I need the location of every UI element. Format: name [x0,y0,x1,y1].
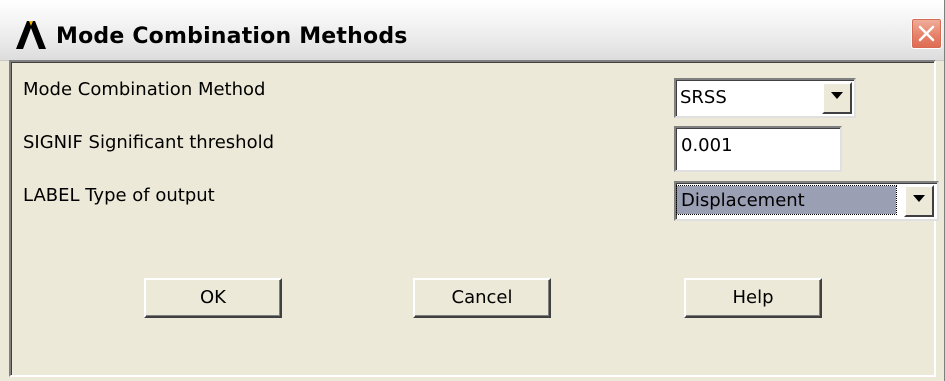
significant-threshold-label: SIGNIF Significant threshold [23,132,275,153]
mode-combination-method-dropdown-button[interactable] [822,82,852,114]
significant-threshold-value: 0.001 [681,135,733,156]
mode-combination-method-value: SRSS [680,87,727,108]
ok-button[interactable]: OK [144,278,282,318]
significant-threshold-input[interactable]: 0.001 [674,126,842,172]
close-icon [918,25,935,42]
type-of-output-label: LABEL Type of output [23,185,215,206]
mode-combination-method-select[interactable]: SRSS [674,78,856,118]
cancel-button[interactable]: Cancel [413,278,551,318]
window-title: Mode Combination Methods [56,24,408,49]
help-button[interactable]: Help [684,278,822,318]
triangle-down-icon [913,195,925,202]
triangle-down-icon [831,92,843,99]
close-button[interactable] [911,18,942,49]
title-bar[interactable]: Mode Combination Methods [0,0,944,61]
mode-combination-method-label: Mode Combination Method [23,79,266,100]
type-of-output-dropdown-button[interactable] [904,185,934,217]
type-of-output-value: Displacement [681,190,805,211]
ansys-logo-icon [14,19,48,49]
dialog-body: Mode Combination Method SRSS SIGNIF Sign… [9,60,939,377]
type-of-output-select[interactable]: Displacement [674,181,939,221]
dialog-window: Mode Combination Methods Mode Combinatio… [0,0,945,381]
